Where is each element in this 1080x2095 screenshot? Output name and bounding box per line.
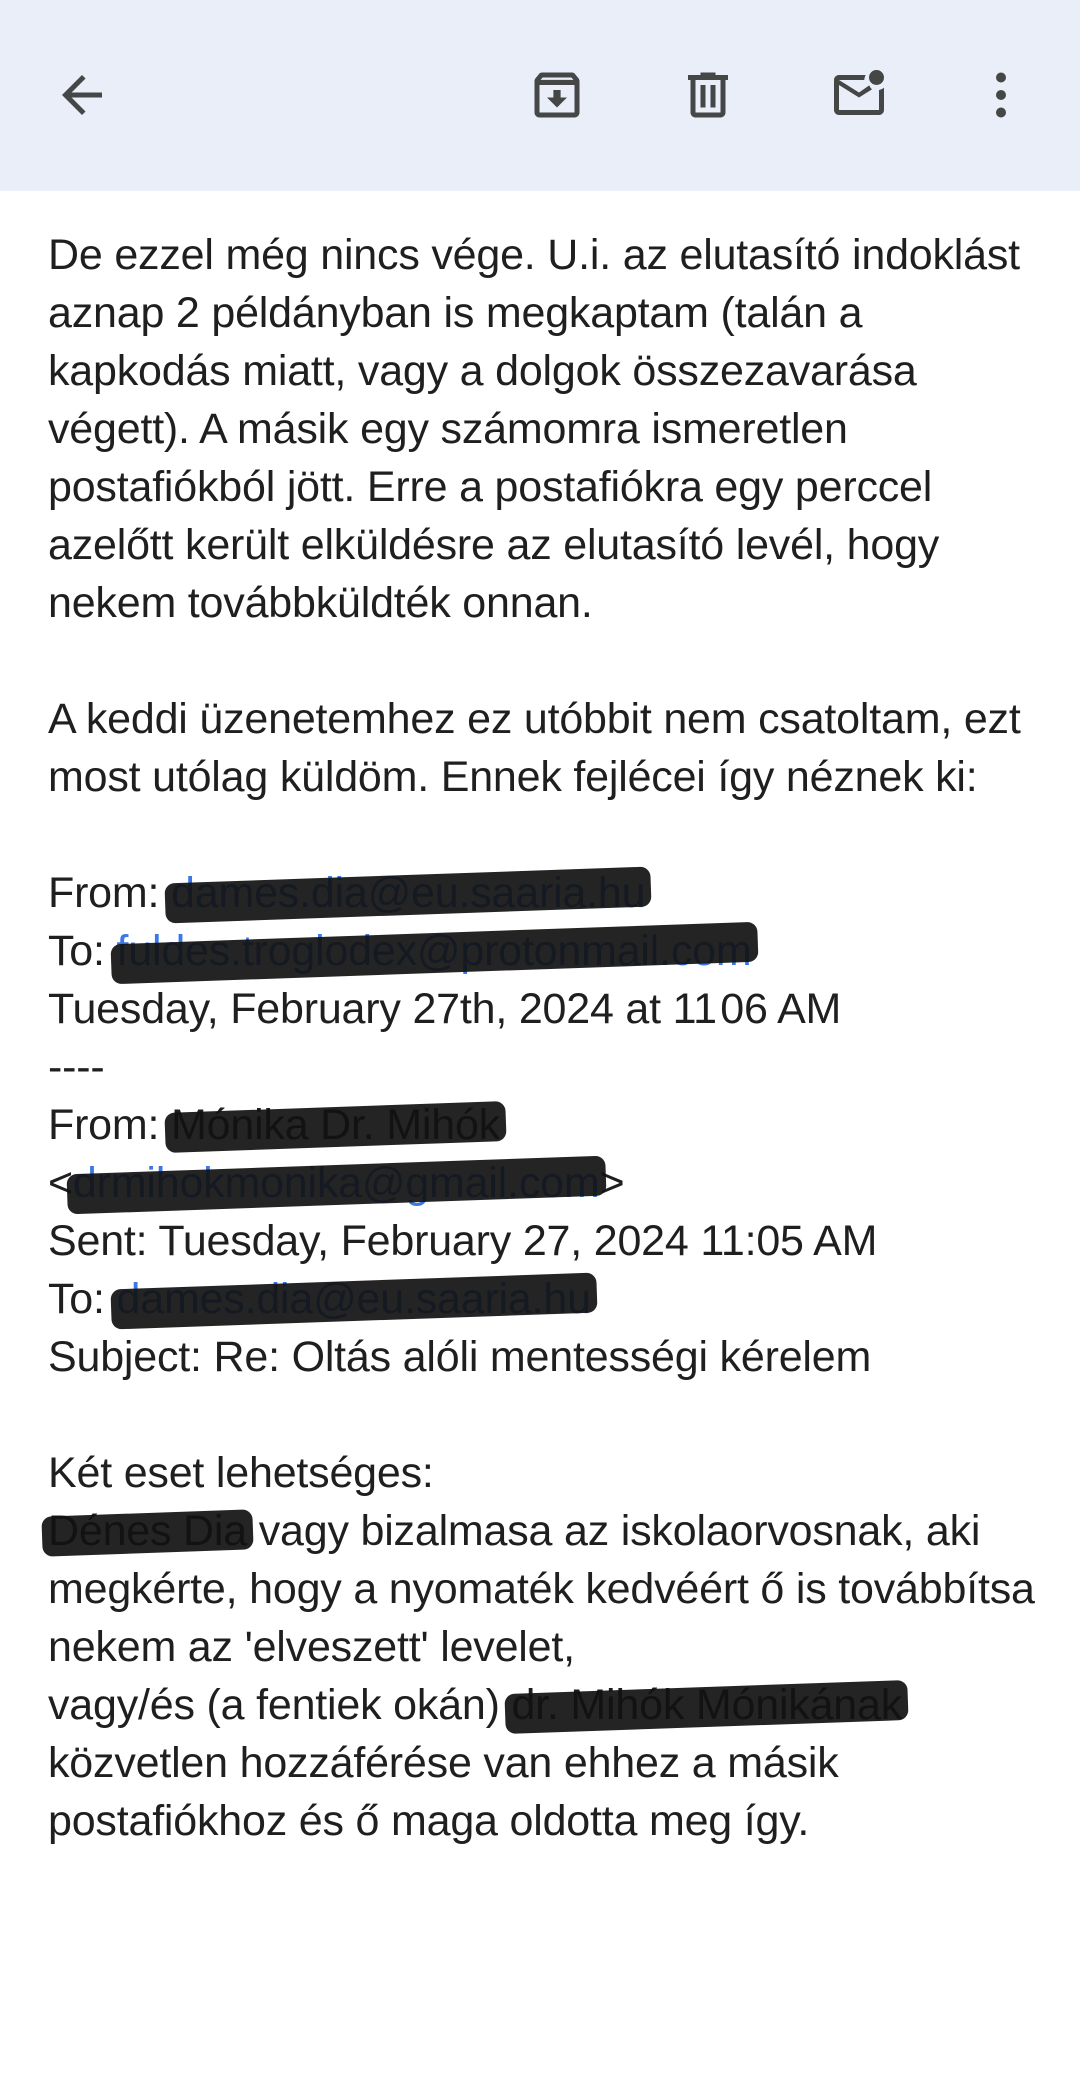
separator: ---- <box>48 1043 105 1091</box>
quoted-header-sent: Sent: Tuesday, February 27, 2024 11:05 A… <box>48 1217 878 1265</box>
forwarded-header-from: From: dames.dia@eu.saaria.hu <box>48 869 646 917</box>
archive-button[interactable] <box>512 50 602 140</box>
sender-name: Mónika Dr. Mihók <box>171 1101 500 1149</box>
body-paragraph: Két eset lehetséges: <box>48 1449 434 1497</box>
body-paragraph: A keddi üzenetemhez ez utóbbit nem csato… <box>48 695 1021 801</box>
redacted-name: dr. Mihók Mónikának <box>511 1681 903 1729</box>
back-button[interactable] <box>37 50 127 140</box>
to-email-link[interactable]: fuldes.troglodex@protonmail.com <box>117 927 752 975</box>
redacted-name: Dénes Dia <box>48 1507 247 1555</box>
body-paragraph: vagy/és (a fentiek okán) dr. Mihók Mónik… <box>48 1681 903 1845</box>
sender-email-link[interactable]: drmihokmonika@gmail.com <box>73 1159 600 1207</box>
recipient-email-link[interactable]: dames.dia@eu.saaria.hu <box>117 1275 592 1323</box>
body-paragraph: Dénes Dia vagy bizalmasa az iskolaorvosn… <box>48 1507 1035 1671</box>
quoted-header-email: <drmihokmonika@gmail.com> <box>48 1159 625 1207</box>
from-email-link[interactable]: dames.dia@eu.saaria.hu <box>171 869 646 917</box>
more-vertical-icon <box>996 72 1006 118</box>
arrow-back-icon <box>62 75 102 115</box>
quoted-header-subject: Subject: Re: Oltás alóli mentességi kére… <box>48 1333 872 1381</box>
quoted-header-to: To: dames.dia@eu.saaria.hu <box>48 1275 592 1323</box>
mark-unread-button[interactable] <box>814 50 904 140</box>
delete-button[interactable] <box>663 50 753 140</box>
top-app-bar <box>0 0 1080 191</box>
quoted-header-from: From: Mónika Dr. Mihók <box>48 1101 500 1149</box>
more-options-button[interactable] <box>956 50 1046 140</box>
mark-unread-icon <box>834 70 884 115</box>
forwarded-header-date: Tuesday, February 27th, 2024 at 11 06 AM <box>48 985 842 1033</box>
body-paragraph: De ezzel még nincs vége. U.i. az elutasí… <box>48 231 1020 627</box>
archive-icon <box>534 72 580 118</box>
trash-icon <box>688 72 728 118</box>
forwarded-header-to: To: fuldes.troglodex@protonmail.com <box>48 927 752 975</box>
email-body: De ezzel még nincs vége. U.i. az elutasí… <box>48 226 1048 1850</box>
